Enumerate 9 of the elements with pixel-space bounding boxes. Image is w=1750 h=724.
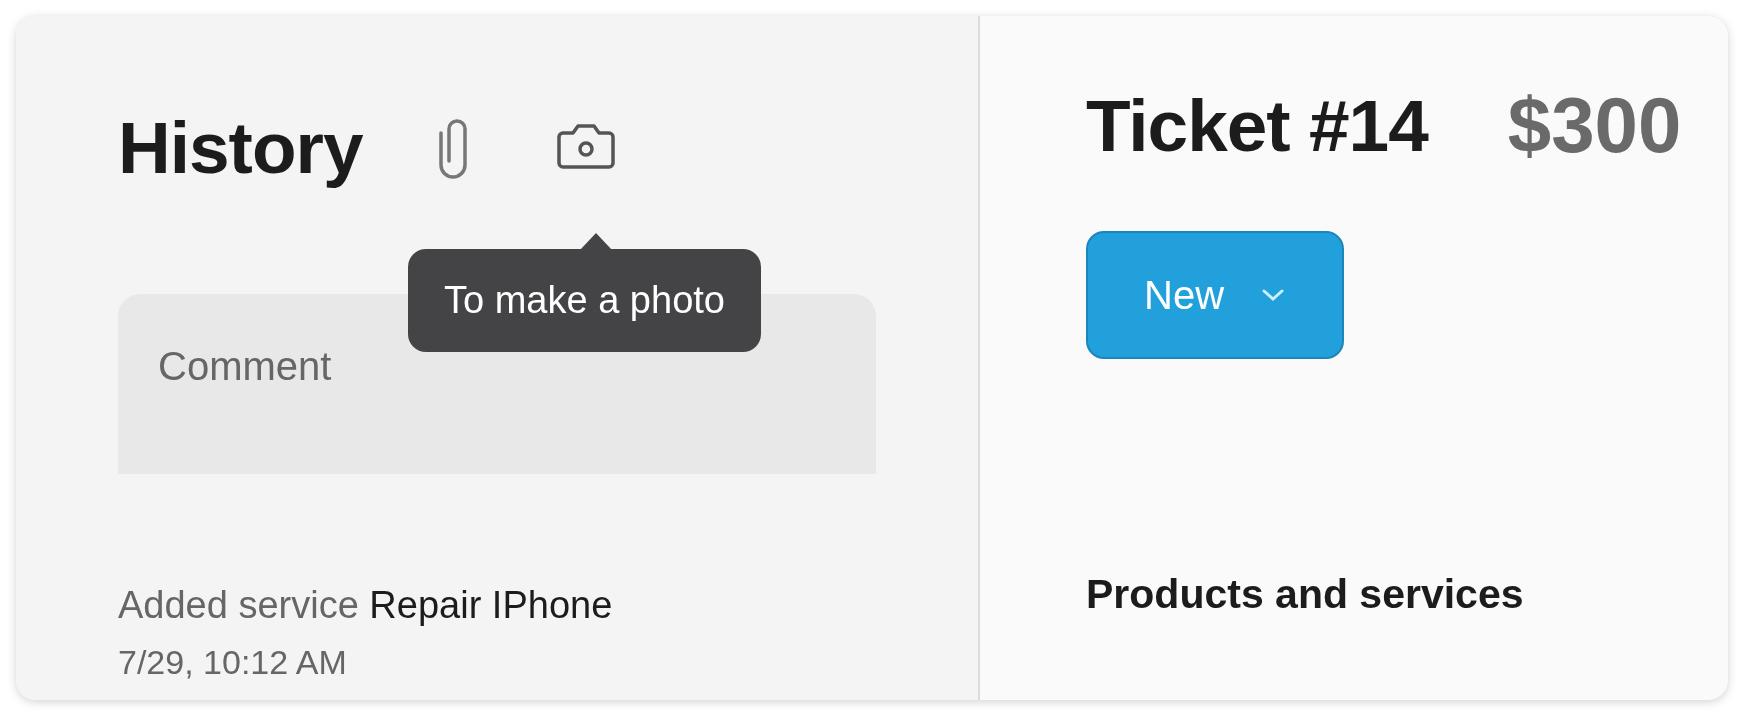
camera-icon[interactable]	[554, 123, 617, 171]
history-entry: Added service Repair IPhone	[118, 584, 614, 627]
status-dropdown[interactable]: New	[1086, 231, 1345, 359]
ticket-amount: $300	[1507, 80, 1682, 171]
tooltip: To make a photo	[408, 249, 761, 352]
ticket-title: Ticket #14	[1086, 84, 1428, 167]
section-heading: Products and services	[1086, 571, 1525, 618]
history-title: History	[118, 105, 363, 189]
entry-time: 7/29, 10:12 AM	[118, 643, 348, 682]
